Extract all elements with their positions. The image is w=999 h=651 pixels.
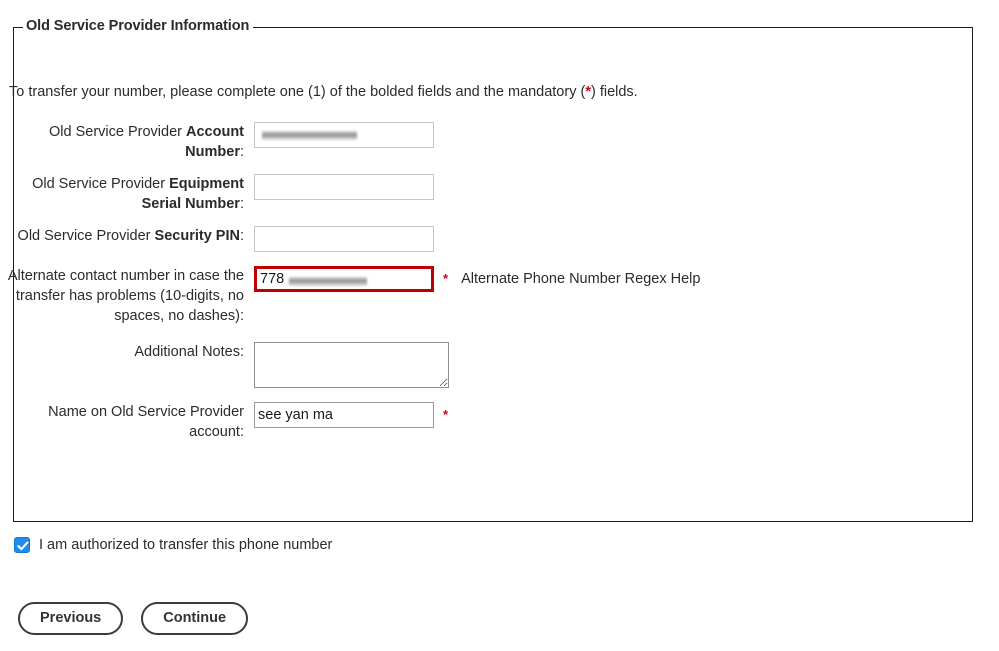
input-equipment-serial-number[interactable] <box>254 174 434 200</box>
field-row-account-number: Old Service Provider Account Number: <box>0 122 999 162</box>
form-fields: Old Service Provider Account Number: Old… <box>0 122 999 442</box>
field-row-equipment-serial-number: Old Service Provider Equipment Serial Nu… <box>0 174 999 214</box>
instructions-text: To transfer your number, please complete… <box>9 84 638 100</box>
required-asterisk-name-on-account: * <box>443 407 449 422</box>
fieldset-legend: Old Service Provider Information <box>23 18 254 34</box>
input-name-on-account[interactable] <box>254 402 434 428</box>
alternate-phone-regex-help-link[interactable]: Alternate Phone Number Regex Help <box>461 266 700 292</box>
form-actions: Previous Continue <box>18 602 249 635</box>
continue-button[interactable]: Continue <box>141 602 249 635</box>
label-security-pin-suffix: : <box>239 228 244 244</box>
checkmark-icon <box>17 541 29 551</box>
required-asterisk-alternate-contact-number: * <box>443 271 449 286</box>
label-equipment-serial-number: Old Service Provider Equipment Serial Nu… <box>4 174 254 214</box>
label-account-number: Old Service Provider Account Number: <box>4 122 254 162</box>
label-alternate-contact-number: Alternate contact number in case the tra… <box>4 266 254 326</box>
label-equipment-serial-prefix: Old Service Provider <box>32 176 170 192</box>
label-security-pin-prefix: Old Service Provider <box>17 228 155 244</box>
control-additional-notes <box>254 342 449 388</box>
control-account-number <box>254 122 434 148</box>
instructions-text-after: ) fields. <box>590 84 638 100</box>
label-alternate-contact-suffix: : <box>239 308 244 324</box>
label-security-pin: Old Service Provider Security PIN: <box>4 226 254 246</box>
control-equipment-serial-number <box>254 174 434 200</box>
field-row-alternate-contact-number: Alternate contact number in case the tra… <box>0 266 999 326</box>
label-name-on-account: Name on Old Service Provider account: <box>48 404 244 440</box>
label-account-number-prefix: Old Service Provider <box>49 124 186 140</box>
label-equipment-serial-suffix: : <box>239 196 244 212</box>
previous-button[interactable]: Previous <box>18 602 124 635</box>
input-account-number[interactable] <box>254 122 434 148</box>
instructions-text-before: To transfer your number, please complete… <box>9 84 586 100</box>
label-account-number-suffix: : <box>239 144 244 160</box>
field-row-security-pin: Old Service Provider Security PIN: <box>0 226 999 252</box>
textarea-additional-notes[interactable] <box>254 342 449 388</box>
control-name-on-account: * <box>254 402 448 428</box>
control-security-pin <box>254 226 434 252</box>
form-page: Old Service Provider Information To tran… <box>0 0 999 651</box>
authorization-row[interactable]: I am authorized to transfer this phone n… <box>14 537 332 553</box>
label-security-pin-bold: Security PIN <box>154 228 240 244</box>
authorization-checkbox[interactable] <box>14 537 30 553</box>
authorization-label: I am authorized to transfer this phone n… <box>39 537 333 553</box>
label-additional-notes: Additional Notes: <box>134 344 244 360</box>
label-alternate-contact-prefix: Alternate contact number in case the tra… <box>7 268 244 324</box>
label-account-number-bold: Account Number <box>185 124 244 160</box>
control-alternate-contact-number: * Alternate Phone Number Regex Help <box>254 266 700 292</box>
field-row-additional-notes: Additional Notes: <box>0 342 999 388</box>
input-security-pin[interactable] <box>254 226 434 252</box>
field-row-name-on-account: Name on Old Service Provider account: * <box>0 402 999 442</box>
input-alternate-contact-number[interactable] <box>254 266 434 292</box>
